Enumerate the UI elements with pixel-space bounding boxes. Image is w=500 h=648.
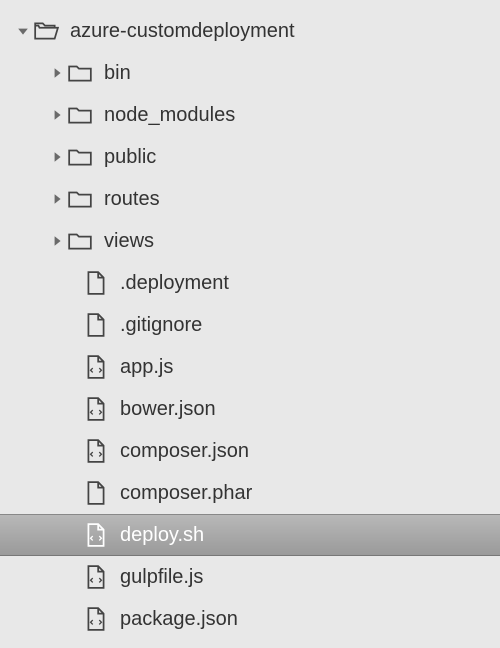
tree-file-row[interactable]: gulpfile.js — [0, 556, 500, 598]
tree-file-row[interactable]: bower.json — [0, 388, 500, 430]
tree-folder-label: routes — [104, 188, 160, 211]
tree-file-label: app.js — [120, 356, 173, 379]
chevron-down-icon[interactable] — [14, 25, 32, 37]
tree-file-row[interactable]: .gitignore — [0, 304, 500, 346]
file-tree: azure-customdeployment bin node_modulespu… — [0, 0, 500, 640]
file-icon — [82, 269, 110, 297]
chevron-right-icon[interactable] — [48, 235, 66, 247]
folder-icon — [66, 143, 94, 171]
chevron-right-icon[interactable] — [48, 109, 66, 121]
tree-folder-row[interactable]: public — [0, 136, 500, 178]
tree-file-row[interactable]: composer.json — [0, 430, 500, 472]
file-code-icon — [82, 437, 110, 465]
tree-file-label: package.json — [120, 608, 238, 631]
chevron-right-icon[interactable] — [48, 193, 66, 205]
folder-icon — [66, 59, 94, 87]
tree-root-row[interactable]: azure-customdeployment — [0, 10, 500, 52]
chevron-right-icon[interactable] — [48, 67, 66, 79]
tree-folder-label: views — [104, 230, 154, 253]
tree-file-label: composer.json — [120, 440, 249, 463]
tree-folder-label: bin — [104, 62, 131, 85]
tree-folder-row[interactable]: routes — [0, 178, 500, 220]
chevron-right-icon[interactable] — [48, 151, 66, 163]
tree-folder-row[interactable]: views — [0, 220, 500, 262]
tree-file-row[interactable]: .deployment — [0, 262, 500, 304]
folder-icon — [66, 227, 94, 255]
file-code-icon — [82, 563, 110, 591]
file-code-icon — [82, 605, 110, 633]
tree-file-label: gulpfile.js — [120, 566, 203, 589]
tree-file-label: composer.phar — [120, 482, 252, 505]
tree-folder-row[interactable]: node_modules — [0, 94, 500, 136]
tree-folder-label: node_modules — [104, 104, 235, 127]
tree-file-label: deploy.sh — [120, 524, 204, 547]
tree-folder-label: public — [104, 146, 156, 169]
folder-icon — [66, 185, 94, 213]
folder-open-icon — [32, 17, 60, 45]
tree-file-row[interactable]: deploy.sh — [0, 514, 500, 556]
tree-folder-row[interactable]: bin — [0, 52, 500, 94]
file-code-icon — [82, 353, 110, 381]
tree-file-row[interactable]: package.json — [0, 598, 500, 640]
folder-icon — [66, 101, 94, 129]
file-icon — [82, 479, 110, 507]
file-icon — [82, 311, 110, 339]
tree-file-row[interactable]: app.js — [0, 346, 500, 388]
tree-file-label: bower.json — [120, 398, 216, 421]
tree-file-label: .deployment — [120, 272, 229, 295]
tree-root-label: azure-customdeployment — [70, 20, 295, 43]
tree-file-label: .gitignore — [120, 314, 202, 337]
tree-file-row[interactable]: composer.phar — [0, 472, 500, 514]
file-code-icon — [82, 395, 110, 423]
file-code-icon — [82, 521, 110, 549]
